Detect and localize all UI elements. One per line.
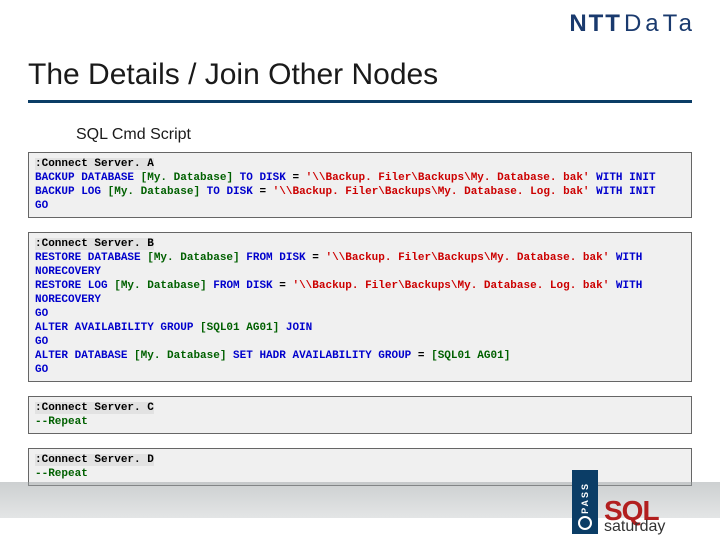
code-block-container: :Connect Server. A BACKUP DATABASE [My. … — [28, 152, 692, 500]
sqlcmd-connect: :Connect Server. C — [35, 402, 154, 414]
code-token-id: [My. Database] — [134, 350, 226, 362]
code-token-id: [My. Database] — [108, 186, 200, 198]
slide: NTTDaTa The Details / Join Other Nodes S… — [0, 0, 720, 540]
code-token-kw: GO — [35, 200, 48, 212]
code-token-kw: RESTORE LOG — [35, 280, 114, 292]
code-line: GO — [35, 308, 48, 320]
pass-badge-dot-icon — [578, 516, 592, 530]
code-token-cmt: --Repeat — [35, 468, 88, 480]
code-token-id: [SQL01 AG01] — [200, 322, 279, 334]
code-line: RESTORE DATABASE [My. Database] FROM DIS… — [35, 252, 649, 278]
slide-title: The Details / Join Other Nodes — [28, 58, 438, 92]
pass-badge-text: PASS — [580, 482, 590, 514]
code-token-str: '\\Backup. Filer\Backups\My. Database. L… — [273, 186, 590, 198]
code-token-kw: RESTORE DATABASE — [35, 252, 147, 264]
code-token-id: [My. Database] — [114, 280, 206, 292]
code-token-kw: JOIN — [279, 322, 312, 334]
code-token-kw: BACKUP LOG — [35, 186, 108, 198]
code-token-cmt: --Repeat — [35, 416, 88, 428]
code-line: GO — [35, 336, 48, 348]
code-token-kw: GO — [35, 364, 48, 376]
code-token-kw: FROM DISK — [207, 280, 280, 292]
code-line: --Repeat — [35, 416, 88, 428]
code-token-id: [My. Database] — [141, 172, 233, 184]
code-token-kw: GO — [35, 308, 48, 320]
code-line: --Repeat — [35, 468, 88, 480]
code-token-id: [My. Database] — [147, 252, 239, 264]
code-token-plain: = — [292, 172, 305, 184]
code-token-kw: WITH INIT — [590, 172, 656, 184]
code-token-plain: = — [259, 186, 272, 198]
code-token-str: '\\Backup. Filer\Backups\My. Database. b… — [306, 172, 590, 184]
sql-saturday-text: SQL saturday — [604, 499, 665, 534]
code-line: RESTORE LOG [My. Database] FROM DISK = '… — [35, 280, 649, 306]
brand-sub: DaTa — [624, 10, 696, 37]
code-token-str: '\\Backup. Filer\Backups\My. Database. b… — [325, 252, 609, 264]
code-block: :Connect Server. C --Repeat — [28, 396, 692, 434]
code-token-kw: FROM DISK — [240, 252, 313, 264]
code-token-plain: = — [279, 280, 292, 292]
code-token-kw: WITH INIT — [590, 186, 656, 198]
code-token-id: [SQL01 AG01] — [431, 350, 510, 362]
code-token-kw: SET HADR AVAILABILITY GROUP — [226, 350, 417, 362]
code-line: ALTER AVAILABILITY GROUP [SQL01 AG01] JO… — [35, 322, 312, 334]
title-rule — [28, 100, 692, 103]
code-line: GO — [35, 364, 48, 376]
code-token-kw: BACKUP DATABASE — [35, 172, 141, 184]
code-block: :Connect Server. B RESTORE DATABASE [My.… — [28, 232, 692, 382]
code-token-kw: ALTER AVAILABILITY GROUP — [35, 322, 200, 334]
brand-main: NTT — [569, 10, 622, 37]
slide-subtitle: SQL Cmd Script — [76, 126, 191, 144]
code-token-kw: TO DISK — [233, 172, 292, 184]
sqlcmd-connect: :Connect Server. D — [35, 454, 154, 466]
code-token-kw: GO — [35, 336, 48, 348]
pass-badge: PASS — [572, 470, 598, 534]
code-line: BACKUP LOG [My. Database] TO DISK = '\\B… — [35, 186, 656, 198]
code-line: ALTER DATABASE [My. Database] SET HADR A… — [35, 350, 510, 362]
code-token-plain: = — [418, 350, 431, 362]
code-token-kw: ALTER DATABASE — [35, 350, 134, 362]
code-line: BACKUP DATABASE [My. Database] TO DISK =… — [35, 172, 656, 184]
sql-saturday-bottom: saturday — [604, 520, 665, 534]
code-token-plain: = — [312, 252, 325, 264]
sqlcmd-connect: :Connect Server. B — [35, 238, 154, 250]
brand-logo: NTTDaTa — [569, 10, 696, 38]
sqlcmd-connect: :Connect Server. A — [35, 158, 154, 170]
code-line: GO — [35, 200, 48, 212]
footer-logo: PASS SQL saturday — [572, 464, 692, 534]
code-block: :Connect Server. A BACKUP DATABASE [My. … — [28, 152, 692, 218]
code-token-str: '\\Backup. Filer\Backups\My. Database. L… — [292, 280, 609, 292]
code-token-kw: TO DISK — [200, 186, 259, 198]
